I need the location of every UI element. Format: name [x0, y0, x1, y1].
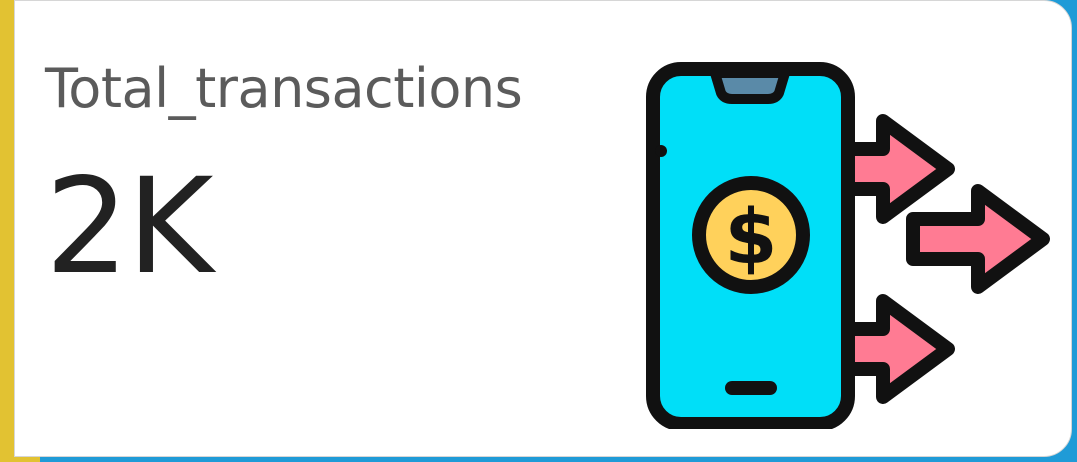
kpi-label: Total_transactions [45, 57, 523, 120]
arrow-middle-right [906, 184, 1050, 294]
kpi-card: Total_transactions 2K $ [14, 0, 1072, 457]
svg-text:$: $ [725, 192, 778, 281]
phone-notch [710, 68, 790, 104]
kpi-value: 2K [45, 150, 214, 304]
phone-money-transfer-icon: $ [646, 62, 1050, 429]
